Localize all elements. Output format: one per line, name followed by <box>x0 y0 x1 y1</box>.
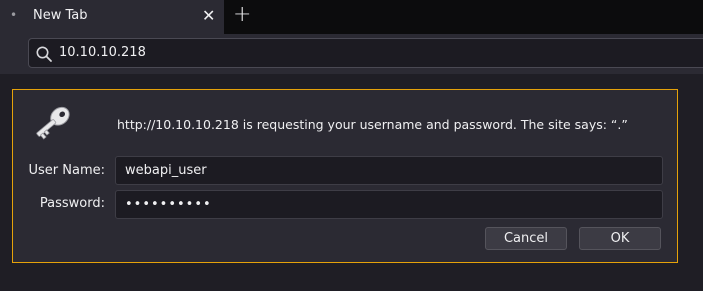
auth-message: http://10.10.10.218 is requesting your u… <box>117 117 628 132</box>
tab-indicator: • <box>10 8 18 22</box>
tab-title: New Tab <box>33 8 88 23</box>
tab-bar: • New Tab ✕ + <box>0 0 703 34</box>
username-field[interactable]: webapi_user <box>115 156 663 185</box>
ok-button[interactable]: OK <box>579 227 661 250</box>
username-value: webapi_user <box>125 163 207 178</box>
url-text[interactable]: 10.10.10.218 <box>59 45 146 60</box>
plus-icon[interactable]: + <box>233 2 251 27</box>
password-label: Password: <box>39 196 105 211</box>
password-mask: •••••••••• <box>125 197 212 212</box>
auth-dialog: http://10.10.10.218 is requesting your u… <box>12 89 678 263</box>
key-icon <box>36 106 70 140</box>
username-label: User Name: <box>28 163 106 178</box>
close-icon[interactable]: ✕ <box>202 6 215 25</box>
url-bar[interactable]: 10.10.10.218 <box>28 38 703 68</box>
tab-new-tab[interactable]: • New Tab ✕ <box>0 0 224 34</box>
search-icon <box>36 46 52 62</box>
cancel-button[interactable]: Cancel <box>485 227 567 250</box>
toolbar: 10.10.10.218 <box>0 34 703 74</box>
password-field[interactable]: •••••••••• <box>115 190 663 219</box>
